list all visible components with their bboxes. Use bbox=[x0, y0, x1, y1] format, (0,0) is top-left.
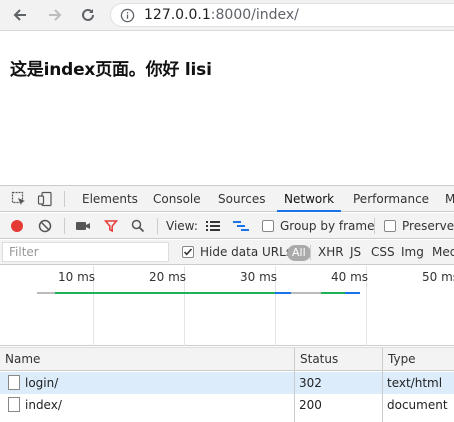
url-path: :8000/index/ bbox=[210, 7, 299, 23]
clear-button[interactable] bbox=[37, 218, 53, 234]
list-view-icon bbox=[206, 221, 220, 231]
waterfall-bar-index-wait bbox=[291, 292, 321, 294]
toolbar-divider bbox=[64, 218, 65, 234]
waterfall-icon bbox=[233, 221, 249, 231]
search-button[interactable] bbox=[130, 218, 146, 234]
filter-funnel-icon bbox=[104, 220, 118, 233]
inspect-element-icon[interactable] bbox=[11, 191, 27, 207]
url-text: 127.0.0.1:8000/index/ bbox=[144, 7, 299, 24]
page-viewport: 这是index页面。你好 lisi bbox=[0, 31, 454, 185]
type-filter-xhr[interactable]: XHR bbox=[318, 240, 344, 265]
show-overview-button[interactable] bbox=[233, 218, 249, 234]
column-divider[interactable] bbox=[382, 347, 383, 422]
record-button[interactable] bbox=[9, 218, 25, 234]
request-name: login/ bbox=[25, 376, 59, 390]
request-status: 200 bbox=[299, 398, 322, 412]
type-filter-media[interactable]: Med bbox=[432, 240, 454, 265]
clear-icon bbox=[38, 219, 52, 233]
hide-data-urls-label: Hide data URLs bbox=[200, 245, 293, 259]
toolbar-divider bbox=[64, 191, 65, 207]
page-heading: 这是index页面。你好 lisi bbox=[10, 60, 212, 80]
tab-sources[interactable]: Sources bbox=[218, 186, 265, 212]
toolbar-divider bbox=[157, 218, 158, 234]
filter-toggle-button[interactable] bbox=[103, 218, 119, 234]
column-header-name[interactable]: Name bbox=[0, 347, 295, 371]
waterfall-bar-login-wait bbox=[37, 292, 55, 294]
request-table: Name Status Type login/ 302 text/html in… bbox=[0, 347, 454, 422]
waterfall-bar-index-download bbox=[345, 292, 360, 294]
tab-elements[interactable]: Elements bbox=[82, 186, 138, 212]
waterfall-bar-login-download bbox=[275, 292, 291, 294]
large-rows-button[interactable] bbox=[205, 218, 221, 234]
overview-tick-label: 10 ms bbox=[58, 270, 96, 284]
tab-network[interactable]: Network bbox=[277, 186, 342, 212]
toolbar-divider bbox=[374, 218, 375, 234]
info-icon[interactable] bbox=[120, 8, 135, 23]
url-host: 127.0.0.1 bbox=[144, 7, 211, 23]
waterfall-bar-login bbox=[55, 292, 295, 294]
column-divider[interactable] bbox=[294, 347, 295, 422]
table-row[interactable]: login/ 302 text/html bbox=[0, 372, 454, 394]
overview-tick-label: 30 ms bbox=[240, 270, 278, 284]
capture-screenshots-button[interactable] bbox=[75, 218, 91, 234]
view-label: View: bbox=[166, 219, 198, 233]
toolbar-divider bbox=[310, 245, 311, 260]
request-type: text/html bbox=[387, 376, 443, 390]
tab-memory[interactable]: M bbox=[445, 186, 454, 212]
reload-button[interactable] bbox=[77, 4, 99, 26]
group-by-frame-label: Group by frame bbox=[280, 219, 375, 233]
preserve-log-checkbox[interactable] bbox=[384, 220, 396, 232]
network-overview[interactable]: 10 ms 20 ms 30 ms 40 ms 50 ms bbox=[0, 266, 454, 346]
device-toolbar-icon[interactable] bbox=[37, 191, 53, 207]
request-status: 302 bbox=[299, 376, 322, 390]
column-header-type[interactable]: Type bbox=[383, 347, 454, 371]
preserve-log-label: Preserve lo bbox=[402, 219, 454, 233]
devtools-panel: Elements Console Sources Network Perform… bbox=[0, 185, 454, 422]
type-filter-all[interactable]: All bbox=[287, 245, 311, 261]
waterfall-bar-index bbox=[321, 292, 345, 294]
search-icon bbox=[131, 219, 145, 233]
address-bar[interactable]: 127.0.0.1:8000/index/ bbox=[110, 3, 454, 27]
request-type: document bbox=[387, 398, 448, 412]
network-toolbar: View: Group by frame Preserve lo bbox=[0, 213, 454, 239]
filter-input[interactable] bbox=[2, 242, 169, 262]
document-icon bbox=[8, 397, 20, 412]
overview-tick-label: 50 ms bbox=[422, 270, 454, 284]
document-icon bbox=[8, 375, 20, 390]
hide-data-urls-checkbox[interactable] bbox=[182, 246, 194, 258]
column-header-status[interactable]: Status bbox=[295, 347, 383, 371]
forward-button[interactable] bbox=[44, 4, 66, 26]
request-name: index/ bbox=[25, 398, 62, 412]
type-filter-js[interactable]: JS bbox=[350, 240, 361, 265]
browser-toolbar: 127.0.0.1:8000/index/ bbox=[0, 0, 454, 31]
back-arrow-icon bbox=[13, 9, 26, 21]
devtools-tabbar: Elements Console Sources Network Perform… bbox=[0, 186, 454, 212]
tab-performance[interactable]: Performance bbox=[353, 186, 429, 212]
video-camera-icon bbox=[76, 222, 90, 230]
back-button[interactable] bbox=[9, 4, 31, 26]
network-filter-bar: Hide data URLs All XHR JS CSS Img Med bbox=[0, 240, 454, 265]
forward-arrow-icon bbox=[49, 9, 62, 21]
reload-icon bbox=[82, 8, 94, 21]
group-by-frame-checkbox[interactable] bbox=[262, 220, 274, 232]
overview-tick-label: 40 ms bbox=[331, 270, 369, 284]
type-filter-css[interactable]: CSS bbox=[371, 240, 395, 265]
overview-tick-label: 20 ms bbox=[149, 270, 187, 284]
type-filter-img[interactable]: Img bbox=[401, 240, 424, 265]
checkmark-icon bbox=[183, 248, 193, 256]
tab-console[interactable]: Console bbox=[153, 186, 201, 212]
record-icon bbox=[11, 220, 23, 232]
table-row[interactable]: index/ 200 document bbox=[0, 394, 454, 416]
